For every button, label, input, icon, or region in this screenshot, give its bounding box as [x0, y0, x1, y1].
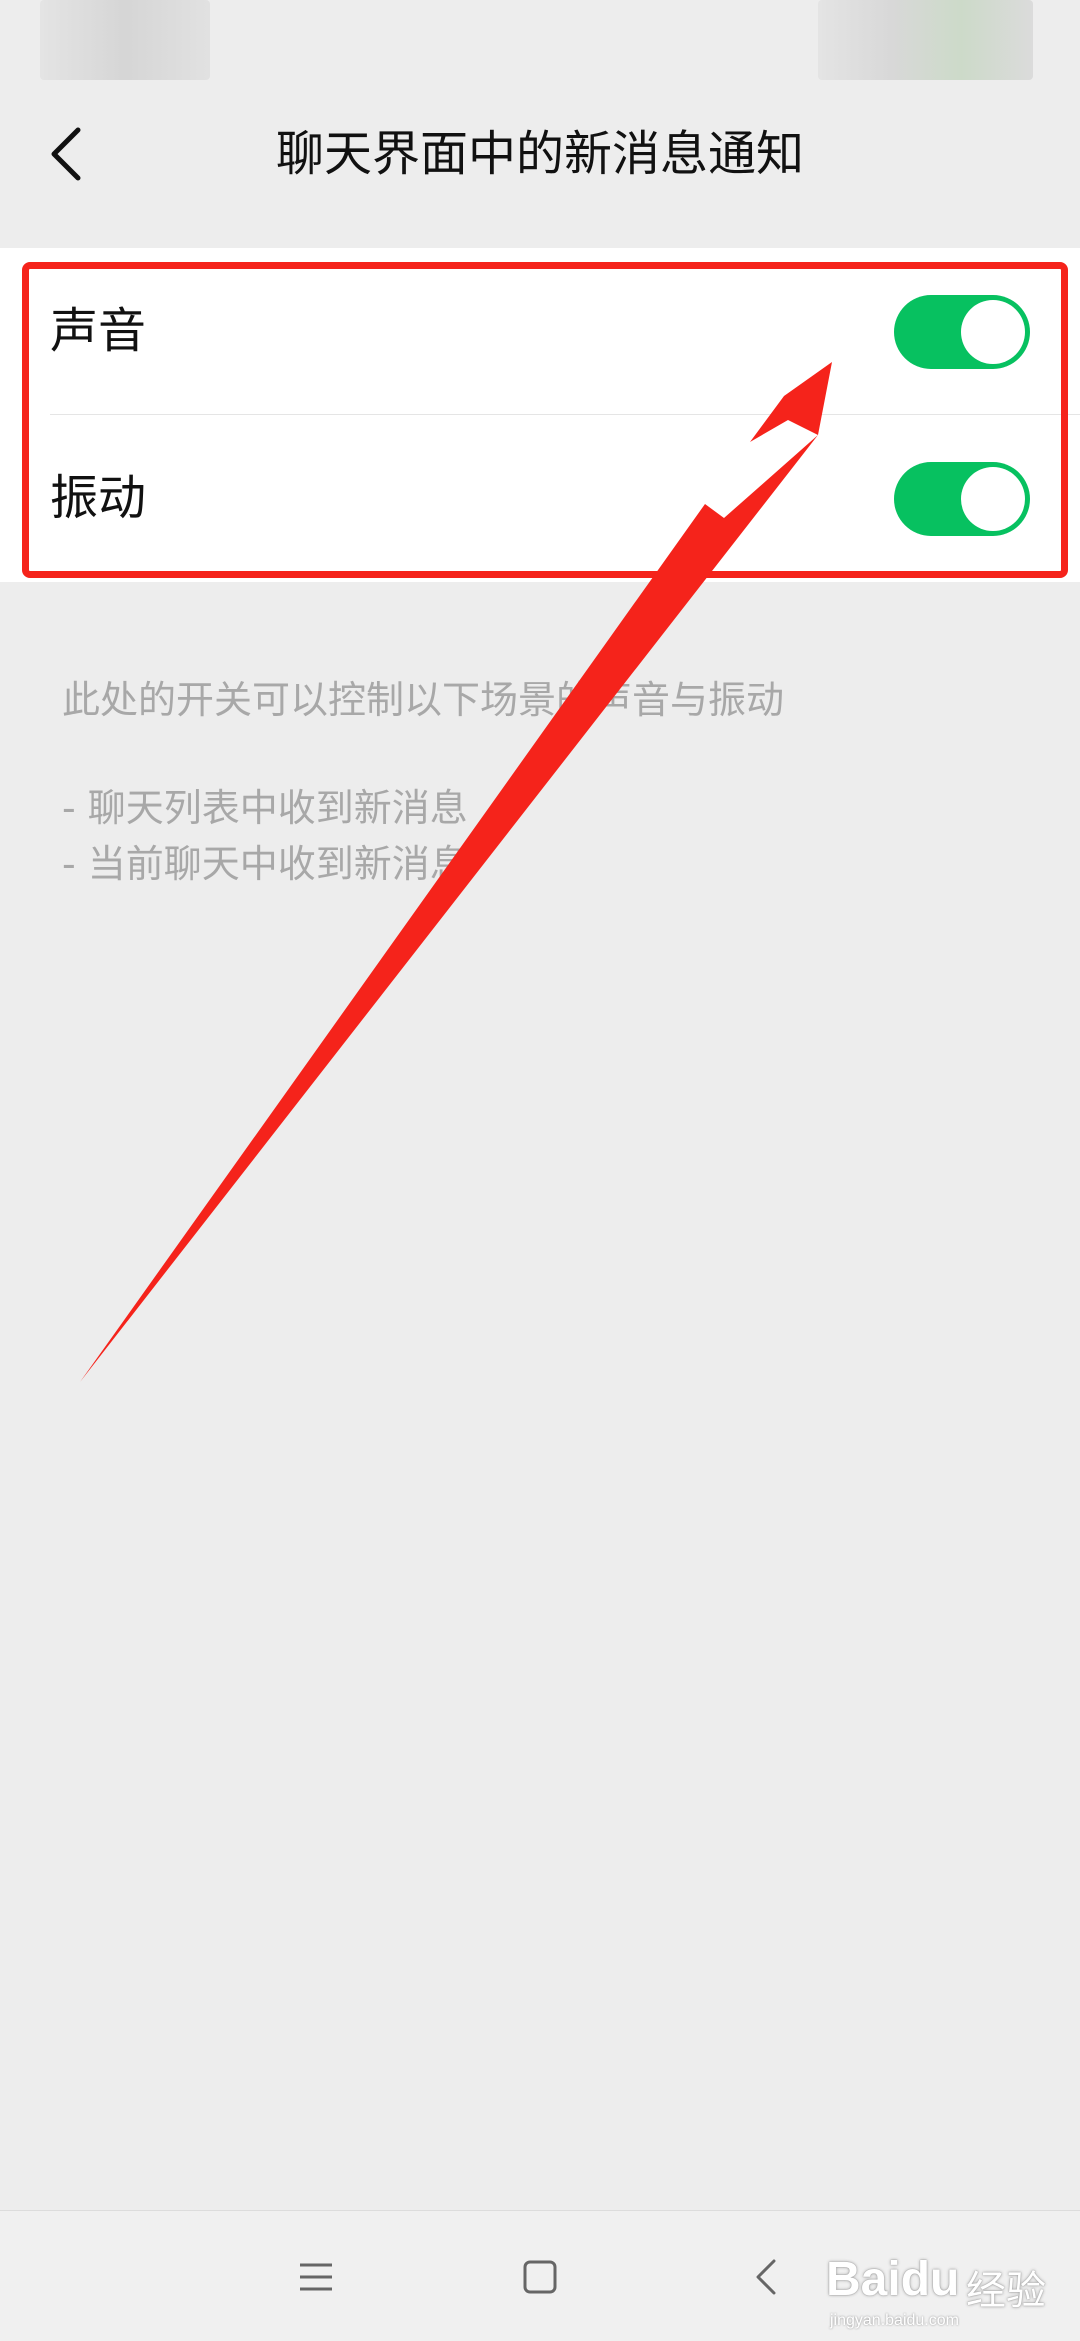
description-main: 此处的开关可以控制以下场景的声音与振动: [62, 678, 785, 722]
navigation-bar: 聊天界面中的新消息通知: [0, 88, 1080, 220]
description-text: 此处的开关可以控制以下场景的声音与振动 - 聊天列表中收到新消息 - 当前聊天中…: [62, 672, 1042, 892]
system-home-button[interactable]: [502, 2239, 578, 2315]
vibrate-toggle[interactable]: [894, 462, 1030, 536]
description-item: - 聊天列表中收到新消息: [62, 786, 468, 830]
toggle-knob: [961, 467, 1025, 531]
blurred-status-right: [818, 0, 1033, 80]
setting-label-sound: 声音: [50, 303, 147, 359]
status-bar: [0, 0, 1080, 88]
menu-icon: [300, 2263, 332, 2291]
setting-label-vibrate: 振动: [50, 470, 147, 526]
back-button[interactable]: [30, 118, 102, 190]
page-title: 聊天界面中的新消息通知: [275, 126, 804, 182]
system-navigation-bar: [0, 2210, 1080, 2341]
square-home-icon: [523, 2260, 557, 2294]
chevron-left-icon: [51, 127, 81, 181]
chevron-left-icon: [756, 2259, 776, 2295]
system-menu-button[interactable]: [278, 2239, 354, 2315]
blurred-status-left: [40, 0, 210, 80]
sound-toggle[interactable]: [894, 295, 1030, 369]
system-back-button[interactable]: [728, 2239, 804, 2315]
setting-row-sound: 声音: [0, 248, 1080, 415]
description-item: - 当前聊天中收到新消息: [62, 842, 468, 886]
settings-list: 声音 振动: [0, 248, 1080, 582]
setting-row-vibrate: 振动: [0, 415, 1080, 582]
toggle-knob: [961, 300, 1025, 364]
